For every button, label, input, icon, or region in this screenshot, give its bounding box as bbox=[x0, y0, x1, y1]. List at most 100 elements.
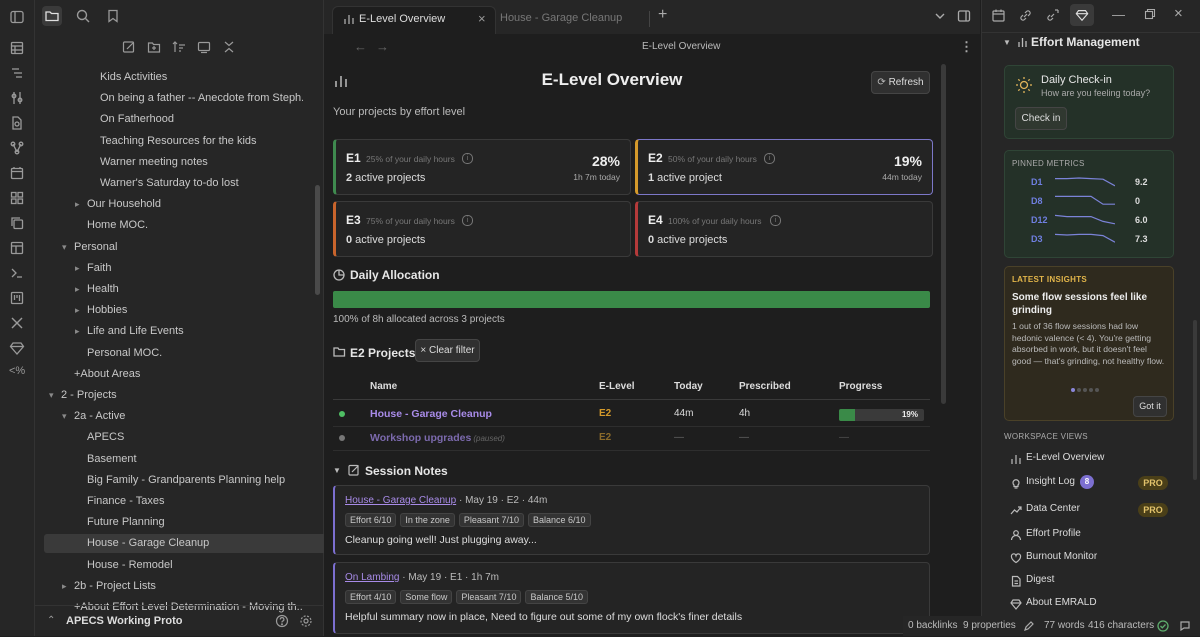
note-project-link[interactable]: House - Garage Cleanup bbox=[345, 495, 456, 506]
chevron-icon[interactable]: ▾ bbox=[62, 407, 74, 426]
level-card-e1[interactable]: E1 25% of your daily hours i 2 active projec… bbox=[333, 139, 631, 195]
insight-pager-dots[interactable] bbox=[1071, 383, 1099, 395]
tree-item[interactable]: House - Remodel bbox=[75, 556, 303, 575]
graph-icon[interactable] bbox=[9, 140, 25, 156]
collapse-triangle-icon[interactable]: ▼ bbox=[1003, 38, 1011, 47]
tree-item[interactable]: ▸ Our Household bbox=[75, 195, 303, 214]
right-scrollbar[interactable] bbox=[1193, 320, 1197, 480]
minimize-icon[interactable]: — bbox=[1112, 7, 1125, 22]
properties-count[interactable]: 9 properties bbox=[963, 616, 1016, 636]
info-icon[interactable]: i bbox=[462, 215, 473, 226]
level-card-e2[interactable]: E2 50% of your daily hours i 1 active projec… bbox=[635, 139, 933, 195]
workspace-view-item[interactable]: Burnout Monitor bbox=[1007, 550, 1177, 566]
tree-item[interactable]: ▸ Health bbox=[75, 280, 303, 299]
note-project-link[interactable]: On Lambing bbox=[345, 572, 399, 583]
sort-icon[interactable] bbox=[172, 40, 186, 54]
workspace-view-item[interactable]: Digest bbox=[1007, 573, 1177, 589]
column-header[interactable]: Name bbox=[370, 381, 397, 392]
chevron-icon[interactable]: ▸ bbox=[75, 301, 87, 320]
tree-item[interactable]: Personal MOC. bbox=[75, 344, 303, 363]
tab-list-chevron-down-icon[interactable] bbox=[934, 10, 946, 22]
terminal-icon[interactable] bbox=[9, 265, 25, 281]
main-scrollbar[interactable] bbox=[941, 64, 946, 404]
tree-item[interactable]: On Fatherhood bbox=[88, 110, 303, 129]
column-header[interactable]: Prescribed bbox=[739, 381, 791, 392]
tree-item-selected[interactable]: House - Garage Cleanup bbox=[44, 534, 336, 554]
tree-item[interactable]: On being a father -- Anecdote from Steph… bbox=[88, 89, 303, 108]
chevron-icon[interactable]: ▸ bbox=[75, 259, 87, 278]
chevron-icon[interactable]: ▾ bbox=[49, 386, 61, 405]
help-icon[interactable] bbox=[275, 614, 289, 628]
calendar-icon[interactable] bbox=[9, 165, 25, 181]
tree-item[interactable]: ▸ 2b - Project Lists bbox=[62, 577, 303, 596]
workspace-view-item[interactable]: About EMRALD bbox=[1007, 596, 1177, 612]
tree-item[interactable]: Basement bbox=[75, 450, 303, 469]
bookmark-icon[interactable] bbox=[105, 8, 121, 24]
tree-item[interactable]: ▸ Life and Life Events bbox=[75, 322, 303, 341]
table-row[interactable]: Workshop upgrades (paused) E2 — — — bbox=[333, 428, 930, 451]
tree-scrollbar[interactable] bbox=[315, 185, 320, 295]
gem-icon[interactable] bbox=[9, 340, 25, 356]
tree-item[interactable]: ▾ 2 - Projects bbox=[49, 386, 303, 405]
level-card-e4[interactable]: E4 100% of your daily hours i 0 active proje… bbox=[635, 201, 933, 257]
tree-item[interactable]: APECS bbox=[75, 428, 303, 447]
blocks-icon[interactable] bbox=[9, 190, 25, 206]
list-icon[interactable] bbox=[9, 65, 25, 81]
info-icon[interactable]: i bbox=[462, 153, 473, 164]
tree-item[interactable]: Kids Activities bbox=[88, 68, 303, 87]
sync-check-icon[interactable] bbox=[1157, 620, 1169, 632]
collapse-triangle-icon[interactable]: ▼ bbox=[333, 466, 341, 475]
workspace-view-item[interactable]: Effort Profile bbox=[1007, 527, 1177, 543]
file-search-icon[interactable] bbox=[9, 115, 25, 131]
column-header[interactable]: Today bbox=[674, 381, 703, 392]
vault-switch-icon[interactable]: ⌃ bbox=[47, 615, 55, 626]
pencil-icon[interactable] bbox=[1023, 620, 1035, 632]
tree-item[interactable]: Finance - Taxes bbox=[75, 492, 303, 511]
forward-arrow-icon[interactable]: → bbox=[376, 39, 389, 54]
grid-icon[interactable] bbox=[9, 40, 25, 56]
tree-item[interactable]: ▾ Personal bbox=[62, 238, 303, 257]
link-icon[interactable] bbox=[1018, 8, 1033, 23]
sliders-icon[interactable] bbox=[9, 90, 25, 106]
level-card-e3[interactable]: E3 75% of your daily hours i 0 active projec… bbox=[333, 201, 631, 257]
chevron-icon[interactable]: ▸ bbox=[75, 195, 87, 214]
info-icon[interactable]: i bbox=[770, 215, 781, 226]
tree-item[interactable]: Home MOC. bbox=[75, 216, 303, 235]
metric-label[interactable]: D12 bbox=[1031, 215, 1048, 225]
got-it-button[interactable]: Got it bbox=[1133, 396, 1167, 417]
tree-item[interactable]: ▸ Faith bbox=[75, 259, 303, 278]
collapse-all-icon[interactable] bbox=[222, 40, 236, 54]
tree-item[interactable]: Teaching Resources for the kids bbox=[88, 132, 303, 151]
more-options-icon[interactable]: ⋮ bbox=[960, 39, 973, 55]
chevron-icon[interactable]: ▸ bbox=[75, 322, 87, 341]
layout-icon[interactable] bbox=[9, 240, 25, 256]
files-tab[interactable] bbox=[42, 6, 62, 26]
chat-icon[interactable] bbox=[1179, 620, 1191, 632]
column-header[interactable]: Progress bbox=[839, 381, 882, 392]
tree-item[interactable]: Big Family - Grandparents Planning help bbox=[75, 471, 303, 490]
tab-house-garage-cleanup[interactable]: House - Garage Cleanup bbox=[500, 6, 650, 34]
workspace-view-item[interactable]: E-Level Overview bbox=[1007, 451, 1177, 467]
copy-icon[interactable] bbox=[9, 215, 25, 231]
tree-item[interactable]: Future Planning bbox=[75, 513, 303, 532]
template-icon[interactable]: <% bbox=[9, 365, 25, 381]
back-arrow-icon[interactable]: ← bbox=[354, 39, 367, 54]
check-in-button[interactable]: Check in bbox=[1015, 107, 1067, 130]
new-note-icon[interactable] bbox=[122, 40, 136, 54]
chevron-icon[interactable]: ▾ bbox=[62, 238, 74, 257]
search-icon[interactable] bbox=[75, 8, 91, 24]
auto-reveal-icon[interactable] bbox=[197, 40, 211, 54]
backlinks-count[interactable]: 0 backlinks bbox=[908, 616, 957, 636]
chevron-icon[interactable]: ▸ bbox=[75, 280, 87, 299]
right-sidebar-toggle-icon[interactable] bbox=[957, 9, 971, 23]
refresh-button[interactable]: ⟳ Refresh bbox=[871, 71, 930, 94]
workspace-view-item[interactable]: Data Center PRO bbox=[1007, 502, 1177, 518]
tools-icon[interactable] bbox=[9, 315, 25, 331]
project-name-link[interactable]: House - Garage Cleanup bbox=[370, 408, 492, 420]
kanban-icon[interactable] bbox=[9, 290, 25, 306]
table-row[interactable]: House - Garage Cleanup E2 44m 4h 19% bbox=[333, 404, 930, 427]
tree-item[interactable]: Warner's Saturday to-do lost bbox=[88, 174, 303, 193]
tree-item[interactable]: +About Areas bbox=[62, 365, 303, 384]
column-header[interactable]: E-Level bbox=[599, 381, 635, 392]
tab-e-level-overview[interactable]: E-Level Overview × bbox=[332, 6, 496, 35]
